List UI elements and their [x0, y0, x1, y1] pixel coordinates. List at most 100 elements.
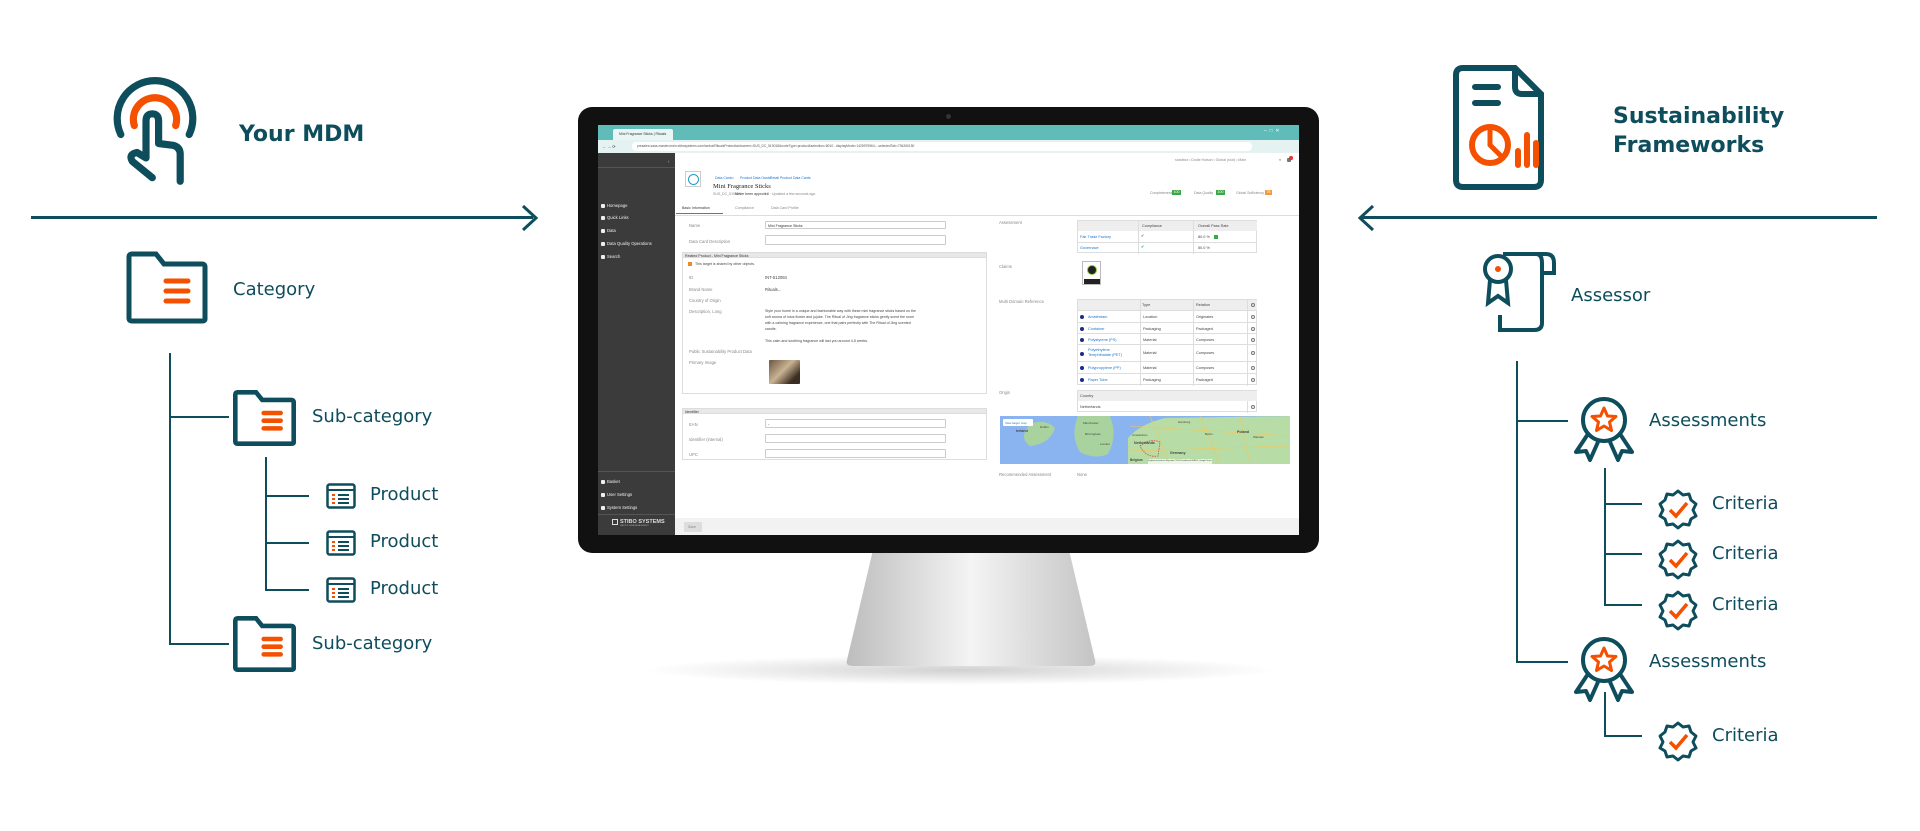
sidebar: ‹ Homepage Quick Links Data Data Quality… — [598, 153, 675, 535]
tree-line — [1604, 735, 1642, 737]
map-label: Belgium — [1130, 458, 1143, 462]
criteria-label: Criteria — [1712, 493, 1779, 514]
tree-line — [265, 457, 267, 590]
assessment-table: Compliance Overall Pass Rate Fair Trade … — [1077, 220, 1257, 254]
description-line: This calm and soothing fragrance will la… — [765, 339, 869, 343]
user-context[interactable]: sandbox • Dodie Hutson • Global (root) •… — [1175, 158, 1246, 163]
gear-icon[interactable] — [1251, 366, 1255, 370]
your-mdm-title: Your MDM — [239, 122, 365, 147]
subcategory-folder-icon — [233, 615, 296, 673]
gear-icon[interactable] — [1251, 303, 1255, 307]
shared-warning: This target is shared by other objects. — [695, 262, 755, 266]
sidebar-item-dq-operations[interactable]: Data Quality Operations — [607, 241, 652, 246]
assessor-label: Assessor — [1571, 285, 1651, 306]
collapse-icon[interactable]: ‹ — [668, 159, 669, 164]
breadcrumb-item[interactable]: Retail Product Data Cards — [770, 176, 811, 181]
sidebar-item-quick-links[interactable]: Quick Links — [607, 215, 629, 220]
tree-line — [169, 416, 229, 418]
field-label: ID — [689, 275, 694, 280]
info-icon[interactable] — [1080, 338, 1084, 342]
recommended-value: None — [1077, 472, 1088, 477]
identifier-internal-input[interactable] — [765, 434, 946, 443]
info-icon[interactable] — [1080, 378, 1084, 382]
tab-basic-information[interactable]: Basic Information — [682, 206, 710, 211]
nav-buttons[interactable]: ← → ⟳ — [602, 144, 616, 149]
tab-data-card-profile[interactable]: Data Card Profile — [771, 206, 799, 211]
gear-icon[interactable] — [1251, 405, 1255, 409]
map-label: Berlin — [1205, 432, 1213, 436]
sidebar-item-system-settings[interactable]: System Settings — [607, 505, 637, 510]
ean-input[interactable]: - — [765, 419, 946, 428]
reference-link[interactable]: Polypropylene (PP) — [1088, 366, 1121, 371]
notification-count-badge — [1289, 156, 1293, 160]
assessment-link[interactable]: Fair Trade Factory — [1080, 235, 1111, 240]
pass-rate: 50.0 % — [1198, 246, 1210, 250]
pass-rate: 80.0 % — [1198, 235, 1210, 239]
map-label: Dublin — [1040, 425, 1049, 429]
field-label: EAN — [689, 422, 698, 427]
browser-tab[interactable]: Mini Fragrance Sticks | Rituals — [613, 129, 673, 140]
mdr-row: Container Packaging Packaged — [1078, 322, 1257, 333]
category-label: Category — [233, 279, 316, 300]
subcategory-folder-icon — [233, 389, 296, 447]
info-icon[interactable] — [1080, 315, 1084, 319]
version-meta: 0.1 · Updated a few seconds ago — [764, 192, 816, 196]
criteria-label: Criteria — [1712, 543, 1779, 564]
criteria-check-badge-icon — [1658, 489, 1698, 530]
view-larger-map-button[interactable]: View larger map — [1003, 419, 1033, 426]
data-card-icon — [685, 171, 701, 187]
tree-line — [1604, 604, 1642, 606]
field-label: UPC — [689, 452, 698, 457]
reference-link[interactable]: Polyethylene Terephthalate (PET) — [1088, 348, 1128, 357]
window-controls[interactable]: – □ ✕ — [1264, 129, 1280, 134]
gear-icon[interactable] — [1251, 326, 1255, 331]
info-icon[interactable] — [1080, 327, 1084, 331]
related-product-header[interactable]: Related Product - Mini Fragrance Sticks — [682, 252, 987, 258]
data-quality-badge: 100 — [1216, 190, 1225, 195]
tree-line — [169, 643, 229, 645]
reference-link[interactable]: Amsterdam — [1088, 315, 1107, 320]
criteria-label: Criteria — [1712, 594, 1779, 615]
browser-tab-bar — [598, 125, 1299, 140]
score-label: Data Quality — [1194, 191, 1214, 195]
info-icon[interactable] — [1080, 352, 1084, 356]
sidebar-item-user-settings[interactable]: User Settings — [607, 492, 632, 497]
breadcrumb-item[interactable]: Product Data Cards — [740, 176, 771, 181]
reference-link[interactable]: Container — [1088, 327, 1104, 332]
sidebar-item-data[interactable]: Data — [607, 228, 616, 233]
identifier-header[interactable]: Identifier — [682, 408, 987, 414]
sidebar-item-homepage[interactable]: Homepage — [607, 203, 628, 208]
footer-bar — [675, 518, 1299, 535]
frameworks-title-line2: Frameworks — [1613, 133, 1765, 158]
score-label: Global Sufficiency — [1236, 191, 1264, 195]
gear-icon[interactable] — [1251, 337, 1255, 342]
description-input[interactable] — [765, 235, 946, 245]
primary-image-thumbnail[interactable] — [769, 360, 800, 384]
breadcrumb-item[interactable]: Data Cards — [715, 176, 733, 181]
url-input[interactable]: presales-saas-master.mdm.stibosystems.co… — [632, 142, 1252, 151]
save-button[interactable]: Save — [684, 522, 702, 532]
sidebar-item-search[interactable]: Search — [607, 254, 620, 259]
map-label: Amsterdam — [1132, 433, 1148, 437]
tab-compliance[interactable]: Compliance — [735, 206, 754, 211]
gear-icon[interactable] — [1251, 378, 1255, 382]
name-input[interactable]: Mini Fragrance Sticks — [765, 221, 946, 229]
sidebar-item-basket[interactable]: Basket — [607, 479, 620, 484]
map-label: Hamburg — [1178, 420, 1191, 424]
gear-icon[interactable] — [1251, 351, 1255, 355]
reference-link[interactable]: Polystyrene (PS) — [1088, 338, 1117, 343]
assessment-link[interactable]: Governace — [1080, 246, 1099, 251]
warning-icon — [688, 262, 692, 266]
gear-icon[interactable] — [1251, 315, 1255, 319]
reference-link[interactable]: Paper Tube — [1088, 378, 1108, 383]
upc-input[interactable] — [765, 449, 946, 458]
info-icon[interactable] — [1080, 366, 1084, 370]
search-icon — [601, 255, 605, 259]
touch-hand-icon — [113, 77, 197, 185]
theme-icon[interactable]: ◐ — [1279, 157, 1282, 162]
tab-title: Mini Fragrance Sticks | Rituals — [619, 132, 667, 136]
criteria-label: Criteria — [1712, 725, 1779, 746]
origin-map[interactable]: View larger map Ireland Dublin Mancheste… — [1000, 416, 1290, 464]
product-label: Product — [370, 484, 439, 505]
field-label: Brand Name — [689, 287, 713, 292]
